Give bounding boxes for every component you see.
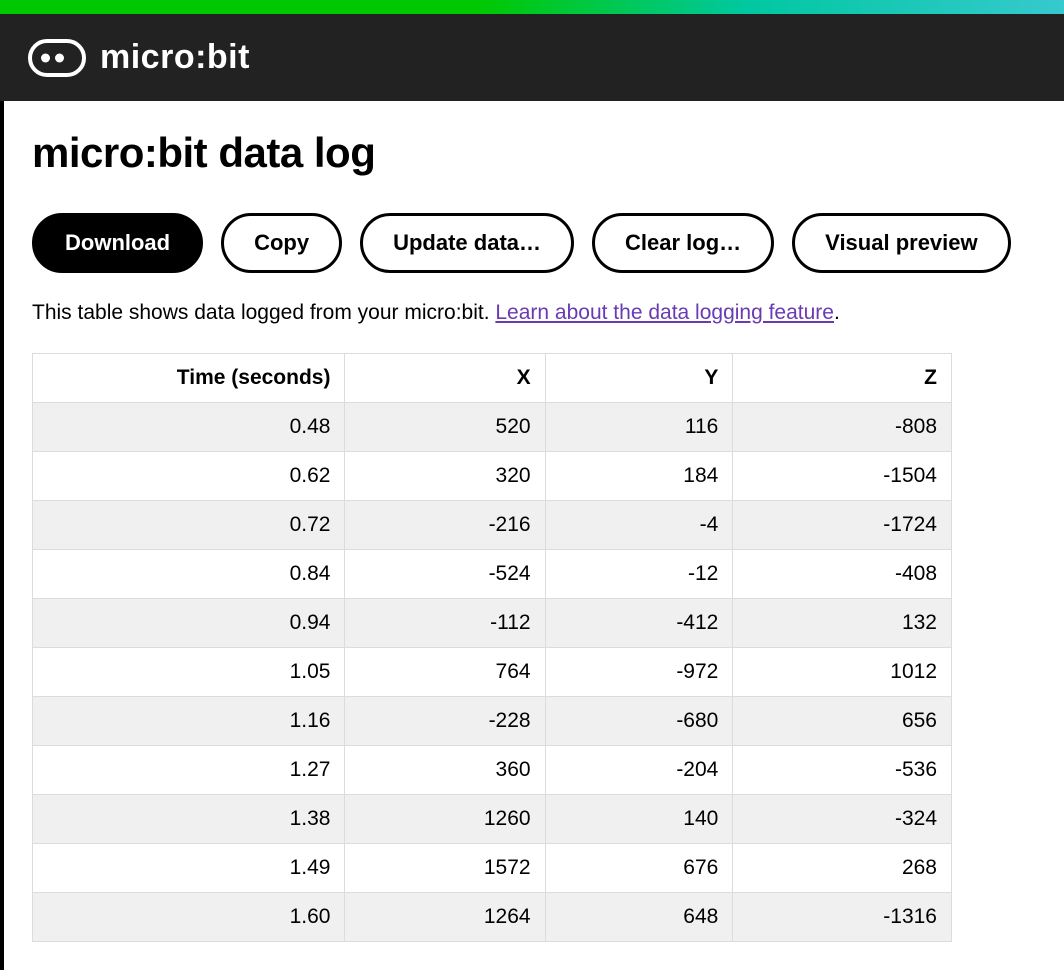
data-table: Time (seconds)XYZ 0.48520116-8080.623201…	[32, 353, 952, 942]
table-cell: -228	[345, 697, 545, 746]
table-cell: -112	[345, 599, 545, 648]
table-row: 0.72-216-4-1724	[33, 501, 952, 550]
copy-button[interactable]: Copy	[221, 213, 342, 273]
column-header: Z	[733, 354, 952, 403]
table-head: Time (seconds)XYZ	[33, 354, 952, 403]
page-title: micro:bit data log	[32, 129, 1036, 177]
table-row: 0.94-112-412132	[33, 599, 952, 648]
column-header: Y	[545, 354, 733, 403]
table-row: 0.84-524-12-408	[33, 550, 952, 599]
table-row: 1.27360-204-536	[33, 746, 952, 795]
table-cell: -4	[545, 501, 733, 550]
table-row: 1.381260140-324	[33, 795, 952, 844]
intro-period: .	[834, 301, 840, 324]
table-cell: 132	[733, 599, 952, 648]
table-row: 1.491572676268	[33, 844, 952, 893]
table-cell: 0.48	[33, 403, 345, 452]
table-cell: -12	[545, 550, 733, 599]
top-gradient-bar	[0, 0, 1064, 14]
table-cell: 1264	[345, 893, 545, 942]
table-cell: 1.60	[33, 893, 345, 942]
table-row: 1.601264648-1316	[33, 893, 952, 942]
table-cell: 648	[545, 893, 733, 942]
table-cell: -972	[545, 648, 733, 697]
table-cell: 0.62	[33, 452, 345, 501]
table-cell: -408	[733, 550, 952, 599]
table-cell: 520	[345, 403, 545, 452]
column-header: Time (seconds)	[33, 354, 345, 403]
table-cell: -1316	[733, 893, 952, 942]
table-cell: 116	[545, 403, 733, 452]
table-cell: 268	[733, 844, 952, 893]
intro-text: This table shows data logged from your m…	[32, 301, 495, 324]
table-cell: 1.05	[33, 648, 345, 697]
table-cell: -216	[345, 501, 545, 550]
brand-text: micro:bit	[100, 38, 250, 77]
table-row: 1.05764-9721012	[33, 648, 952, 697]
column-header: X	[345, 354, 545, 403]
clear-log-button[interactable]: Clear log…	[592, 213, 774, 273]
table-header-row: Time (seconds)XYZ	[33, 354, 952, 403]
table-cell: 140	[545, 795, 733, 844]
table-cell: 1.49	[33, 844, 345, 893]
table-cell: 1572	[345, 844, 545, 893]
table-cell: 1012	[733, 648, 952, 697]
table-cell: -680	[545, 697, 733, 746]
table-cell: -412	[545, 599, 733, 648]
table-cell: 0.94	[33, 599, 345, 648]
table-cell: 676	[545, 844, 733, 893]
table-cell: 1.16	[33, 697, 345, 746]
table-cell: 0.72	[33, 501, 345, 550]
table-cell: -204	[545, 746, 733, 795]
table-cell: -524	[345, 550, 545, 599]
table-row: 0.48520116-808	[33, 403, 952, 452]
table-cell: 1260	[345, 795, 545, 844]
learn-link[interactable]: Learn about the data logging feature	[495, 301, 834, 324]
table-cell: -1504	[733, 452, 952, 501]
table-cell: 1.38	[33, 795, 345, 844]
content-area: micro:bit data log Download Copy Update …	[0, 101, 1064, 970]
table-cell: -808	[733, 403, 952, 452]
table-cell: 1.27	[33, 746, 345, 795]
update-data-button[interactable]: Update data…	[360, 213, 574, 273]
toolbar: Download Copy Update data… Clear log… Vi…	[32, 213, 1036, 273]
table-cell: 656	[733, 697, 952, 746]
visual-preview-button[interactable]: Visual preview	[792, 213, 1010, 273]
header-bar: micro:bit	[0, 14, 1064, 101]
microbit-icon	[28, 39, 86, 77]
logo: micro:bit	[28, 38, 250, 77]
table-row: 0.62320184-1504	[33, 452, 952, 501]
table-row: 1.16-228-680656	[33, 697, 952, 746]
table-cell: 764	[345, 648, 545, 697]
table-cell: 320	[345, 452, 545, 501]
table-cell: 360	[345, 746, 545, 795]
table-cell: 184	[545, 452, 733, 501]
table-cell: -536	[733, 746, 952, 795]
intro-paragraph: This table shows data logged from your m…	[32, 301, 1036, 325]
download-button[interactable]: Download	[32, 213, 203, 273]
table-body: 0.48520116-8080.62320184-15040.72-216-4-…	[33, 403, 952, 942]
table-cell: -1724	[733, 501, 952, 550]
table-cell: -324	[733, 795, 952, 844]
table-cell: 0.84	[33, 550, 345, 599]
